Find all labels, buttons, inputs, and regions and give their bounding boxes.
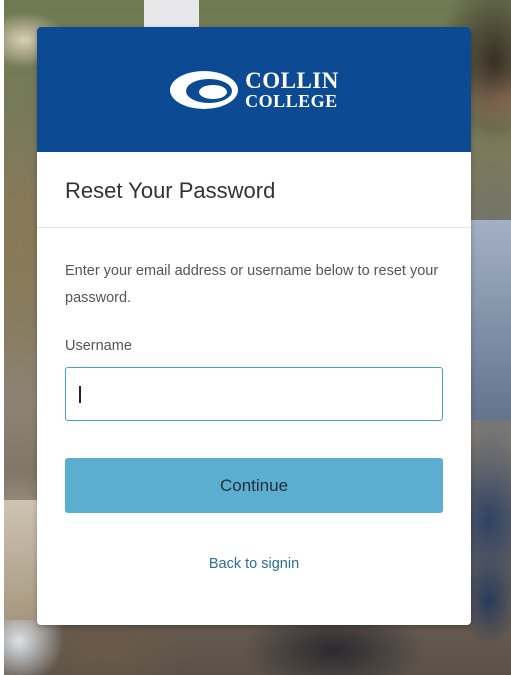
username-label: Username bbox=[65, 338, 132, 354]
username-input[interactable] bbox=[65, 367, 443, 421]
continue-button[interactable]: Continue bbox=[65, 458, 443, 513]
logo-line-2: COLLEGE bbox=[245, 91, 338, 111]
background-pillar bbox=[144, 0, 199, 30]
title-row: Reset Your Password bbox=[37, 152, 471, 228]
logo-line-1: COLLIN bbox=[245, 68, 339, 93]
form-body: Enter your email address or username bel… bbox=[37, 258, 471, 572]
back-to-signin-link[interactable]: Back to signin bbox=[65, 556, 443, 572]
collin-college-logo: COLLIN COLLEGE bbox=[169, 69, 339, 110]
card-header: COLLIN COLLEGE bbox=[37, 27, 471, 152]
logo-swoosh-icon bbox=[170, 70, 239, 109]
reset-password-card: COLLIN COLLEGE Reset Your Password Enter… bbox=[37, 27, 471, 625]
page-title: Reset Your Password bbox=[65, 177, 276, 203]
text-cursor bbox=[79, 385, 81, 403]
background-bench bbox=[4, 500, 40, 620]
instructions-text: Enter your email address or username bel… bbox=[65, 263, 439, 306]
logo-text: COLLIN COLLEGE bbox=[245, 69, 339, 110]
